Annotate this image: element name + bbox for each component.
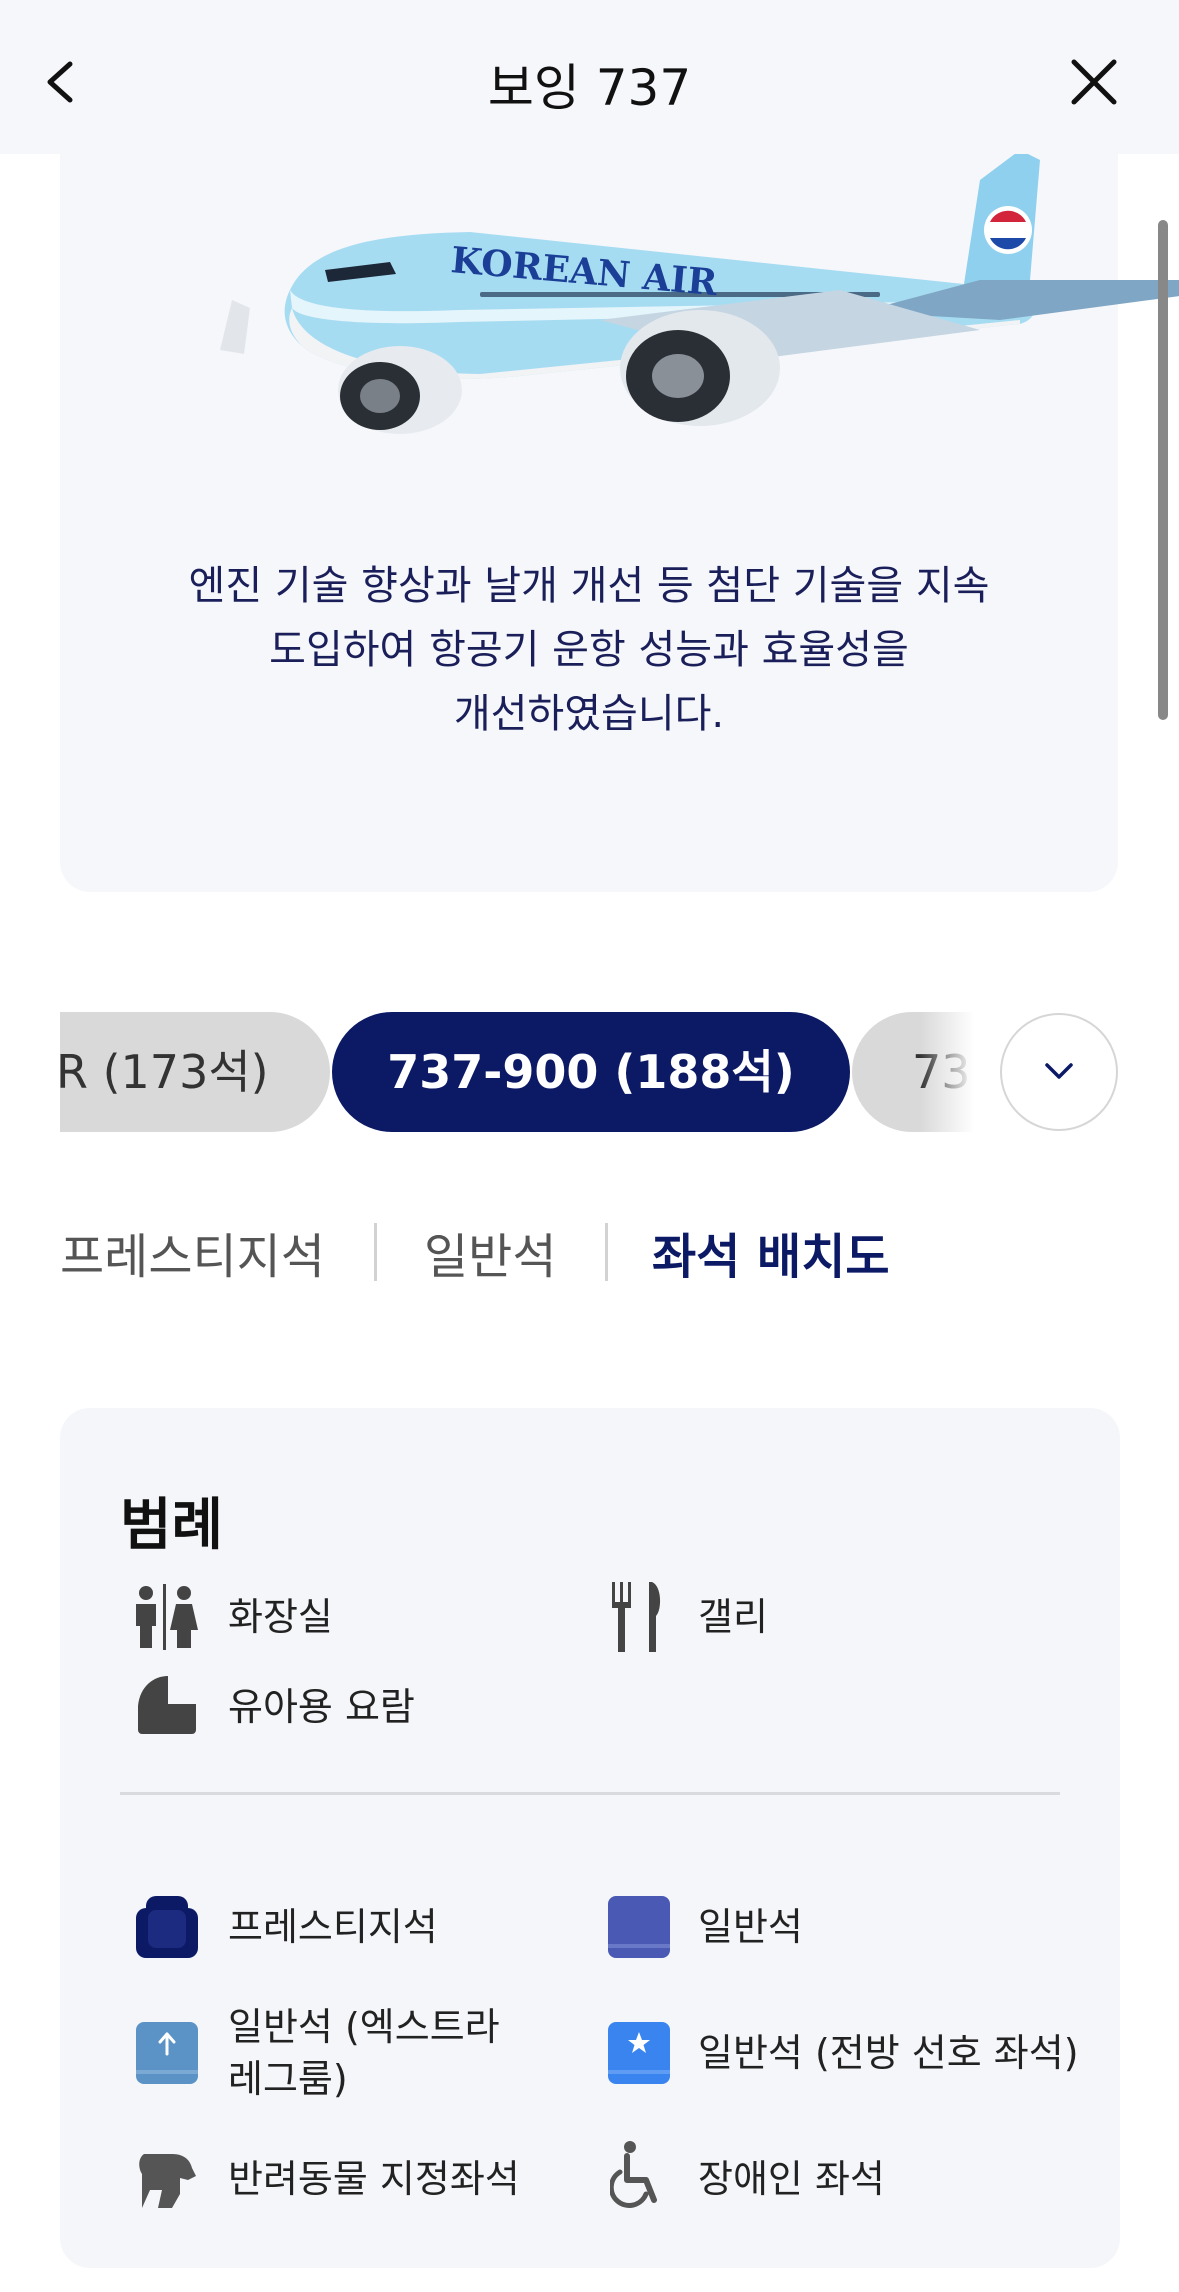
tab-divider xyxy=(605,1223,608,1281)
tab-divider xyxy=(374,1223,377,1281)
pill-fade-overlay xyxy=(920,1012,1010,1132)
prestige-seat-icon xyxy=(136,1896,198,1958)
tab-prestige[interactable]: 프레스티지석 xyxy=(60,1212,325,1302)
variant-pill-label: 737-900 (188석) xyxy=(387,1045,795,1099)
variant-selector: R (173석) 737-900 (188석) 737 xyxy=(60,1012,986,1132)
galley-fork-knife-icon xyxy=(612,1582,661,1652)
variant-pill-label: R (173석) xyxy=(60,1045,269,1099)
scrollbar[interactable] xyxy=(1158,220,1168,720)
legend-card: 범례 화장실 갤리 유아용 요람 프레스티지석 일반석 일반석 (엑스트라 레그… xyxy=(60,1408,1120,2268)
legend-title: 범례 xyxy=(120,1493,224,1558)
aircraft-description: 엔진 기술 향상과 날개 개선 등 첨단 기술을 지속 도입하여 항공기 운항 … xyxy=(120,554,1058,746)
tab-economy[interactable]: 일반석 xyxy=(424,1212,556,1302)
korean-air-boeing-737-image: KOREAN AIR xyxy=(220,150,1179,434)
tab-seat-map[interactable]: 좌석 배치도 xyxy=(652,1212,890,1302)
legend-label-extra-legroom-line1: 일반석 (엑스트라 xyxy=(228,2005,500,2049)
restroom-icon xyxy=(136,1584,198,1650)
legend-label-galley: 갤리 xyxy=(698,1595,768,1639)
legend-label-bassinet: 유아용 요람 xyxy=(228,1685,415,1729)
variant-pill-737-900[interactable]: 737-900 (188석) xyxy=(332,1012,850,1132)
legend-label-wheelchair-seat: 장애인 좌석 xyxy=(698,2157,885,2201)
legend-label-economy-seat: 일반석 xyxy=(698,1905,803,1949)
cabin-tabs: 프레스티지석 일반석 좌석 배치도 xyxy=(60,1212,1120,1302)
legend-divider xyxy=(120,1792,1060,1795)
variant-dropdown-button[interactable] xyxy=(1000,1013,1118,1131)
chevron-down-icon xyxy=(1045,1063,1073,1079)
page-title: 보잉 737 xyxy=(487,59,692,117)
legend-label-pet-seat: 반려동물 지정좌석 xyxy=(228,2157,520,2201)
bassinet-icon xyxy=(138,1676,196,1734)
description-line: 엔진 기술 향상과 날개 개선 등 첨단 기술을 지속 xyxy=(188,563,990,609)
variant-pill-737-8[interactable]: R (173석) xyxy=(60,1012,330,1132)
legend-label-restroom: 화장실 xyxy=(228,1595,333,1639)
economy-seat-icon xyxy=(608,1896,670,1958)
description-line: 도입하여 항공기 운항 성능과 효율성을 xyxy=(269,627,909,673)
preferred-front-seat-icon xyxy=(608,2022,670,2084)
legend-label-prestige-seat: 프레스티지석 xyxy=(228,1905,438,1949)
legend-label-extra-legroom-line2: 레그룸) xyxy=(228,2057,348,2101)
wheelchair-icon xyxy=(610,2141,657,2208)
pet-seat-icon xyxy=(139,2154,196,2208)
description-line: 개선하였습니다. xyxy=(453,691,725,737)
close-icon xyxy=(1071,59,1117,105)
extra-legroom-seat-icon xyxy=(136,2022,198,2084)
aircraft-hero-card: KOREAN AIR 엔진 기술 향상과 날개 개선 등 첨단 기술을 지속 도… xyxy=(60,120,1179,892)
legend-label-preferred-front-seat: 일반석 (전방 선호 좌석) xyxy=(698,2031,1079,2075)
top-bar: 보잉 737 xyxy=(0,0,1179,154)
close-button[interactable] xyxy=(1064,52,1124,112)
